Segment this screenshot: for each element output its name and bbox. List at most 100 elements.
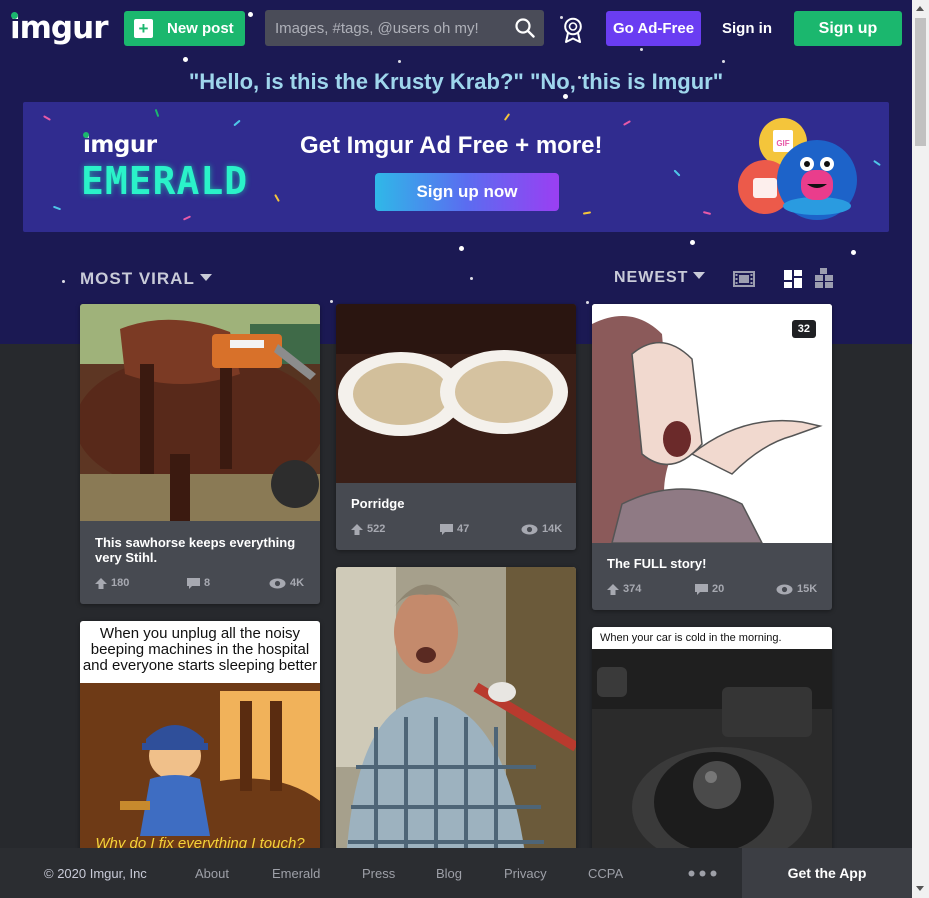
- comment-bubble-icon: [440, 523, 453, 535]
- horse-with-chainsaw-image: [80, 304, 320, 521]
- footer-link-press[interactable]: Press: [362, 866, 395, 881]
- emerald-brand-small: imgur: [83, 132, 157, 158]
- porridge-bowls-image: [336, 304, 576, 483]
- upvote-arrow-icon: [607, 583, 619, 595]
- star-decoration: [470, 277, 473, 280]
- comment-stat: 8: [187, 577, 210, 589]
- scroll-up-arrow-icon[interactable]: [916, 6, 924, 11]
- view-count: 4K: [290, 577, 305, 589]
- post-title: Porridge: [351, 496, 405, 511]
- post-card-porridge[interactable]: Porridge 522 47 14K: [336, 304, 576, 550]
- imgur-logo[interactable]: imgur: [10, 10, 108, 46]
- emerald-logo-small: imgur: [83, 132, 157, 158]
- footer-link-blog[interactable]: Blog: [436, 866, 462, 881]
- footer-link-ccpa[interactable]: CCPA: [588, 866, 623, 881]
- confetti: [582, 211, 592, 215]
- post-card-full-story[interactable]: 32 The FULL story! 374 20 15K: [592, 304, 832, 610]
- star-decoration: [851, 250, 856, 255]
- chevron-down-icon: [693, 272, 706, 279]
- confetti: [503, 113, 511, 121]
- view-count: 15K: [797, 583, 818, 595]
- star-decoration: [640, 48, 643, 51]
- star-decoration: [586, 301, 589, 304]
- eye-icon: [776, 584, 793, 594]
- emerald-promo-banner[interactable]: imgur EMERALD Get Imgur Ad Free + more! …: [23, 102, 889, 232]
- upvote-count: 522: [367, 523, 386, 535]
- star-decoration: [62, 280, 65, 283]
- post-card-cold-car[interactable]: When your car is cold in the morning.: [592, 627, 832, 861]
- copyright-text: © 2020 Imgur, Inc: [44, 866, 147, 881]
- upvote-arrow-icon: [351, 523, 363, 535]
- footer-link-privacy[interactable]: Privacy: [504, 866, 547, 881]
- confetti: [43, 115, 51, 121]
- upvote-stat: 374: [607, 583, 641, 595]
- upvote-arrow-icon: [95, 577, 107, 589]
- post-image: [80, 304, 320, 521]
- more-options-icon[interactable]: [688, 870, 718, 877]
- comment-stat: 47: [440, 523, 469, 535]
- footer-link-emerald[interactable]: Emerald: [272, 866, 320, 881]
- scroll-down-arrow-icon[interactable]: [916, 886, 924, 891]
- newest-dropdown[interactable]: NEWEST: [614, 269, 706, 287]
- most-viral-dropdown[interactable]: MOST VIRAL: [80, 269, 212, 289]
- film-view-icon[interactable]: [733, 271, 755, 287]
- uniform-grid-view-icon[interactable]: [815, 268, 833, 288]
- comment-bubble-icon: [695, 583, 708, 595]
- comment-stat: 20: [695, 583, 724, 595]
- award-ribbon-icon[interactable]: [562, 17, 584, 44]
- sign-up-button[interactable]: Sign up: [794, 11, 902, 46]
- get-the-app-button[interactable]: Get the App: [742, 848, 912, 898]
- meme-top-caption: When you unplug all the noisy beeping ma…: [82, 625, 318, 674]
- star-decoration: [398, 60, 401, 63]
- footer: © 2020 Imgur, Inc About Emerald Press Bl…: [0, 848, 912, 898]
- confetti: [233, 119, 241, 127]
- sign-in-link[interactable]: Sign in: [717, 11, 777, 46]
- image-count-badge: 32: [791, 320, 816, 338]
- new-post-label: New post: [167, 20, 234, 37]
- eye-icon: [521, 524, 538, 534]
- post-card-man-photo[interactable]: [336, 567, 576, 861]
- logo-dot: [11, 12, 18, 19]
- confetti: [154, 108, 160, 118]
- confetti: [673, 169, 681, 177]
- views-stat: 14K: [521, 523, 562, 535]
- post-image: [336, 567, 576, 861]
- eye-icon: [269, 578, 286, 588]
- search-input[interactable]: [265, 10, 505, 46]
- view-count: 14K: [542, 523, 563, 535]
- scrollbar-thumb[interactable]: [915, 18, 926, 146]
- post-image: [336, 304, 576, 483]
- confetti: [182, 215, 192, 221]
- man-holding-shovel-image: [336, 567, 576, 861]
- new-post-button[interactable]: + New post: [124, 11, 245, 46]
- views-stat: 15K: [776, 583, 817, 595]
- car-gear-shifter-image: [592, 627, 832, 861]
- meme-top-caption: When your car is cold in the morning.: [600, 632, 782, 644]
- confetti: [702, 210, 712, 216]
- logo-dot: [83, 132, 89, 138]
- star-decoration: [183, 57, 188, 62]
- footer-link-about[interactable]: About: [195, 866, 229, 881]
- confetti: [52, 205, 62, 211]
- upvote-stat: 522: [351, 523, 385, 535]
- post-card-sawhorse[interactable]: This sawhorse keeps everything very Stih…: [80, 304, 320, 604]
- post-title: This sawhorse keeps everything very Stih…: [95, 535, 296, 565]
- newest-label: NEWEST: [614, 269, 689, 286]
- search-icon[interactable]: [515, 18, 535, 38]
- post-title: The FULL story!: [607, 556, 707, 571]
- go-ad-free-button[interactable]: Go Ad-Free: [606, 11, 701, 46]
- confetti: [274, 194, 280, 202]
- star-decoration: [330, 300, 333, 303]
- star-decoration: [690, 240, 695, 245]
- sign-up-now-button[interactable]: Sign up now: [375, 173, 559, 211]
- star-decoration: [722, 60, 725, 63]
- post-card-fix-it-meme[interactable]: When you unplug all the noisy beeping ma…: [80, 621, 320, 861]
- most-viral-label: MOST VIRAL: [80, 269, 195, 288]
- pointing-woman-drawing-image: [592, 304, 832, 543]
- views-stat: 4K: [269, 577, 304, 589]
- post-stats: 374 20 15K: [607, 583, 817, 597]
- comment-bubble-icon: [187, 577, 200, 589]
- waterfall-grid-view-icon[interactable]: [784, 270, 802, 288]
- page-scrollbar[interactable]: [912, 0, 929, 898]
- star-decoration: [459, 246, 464, 251]
